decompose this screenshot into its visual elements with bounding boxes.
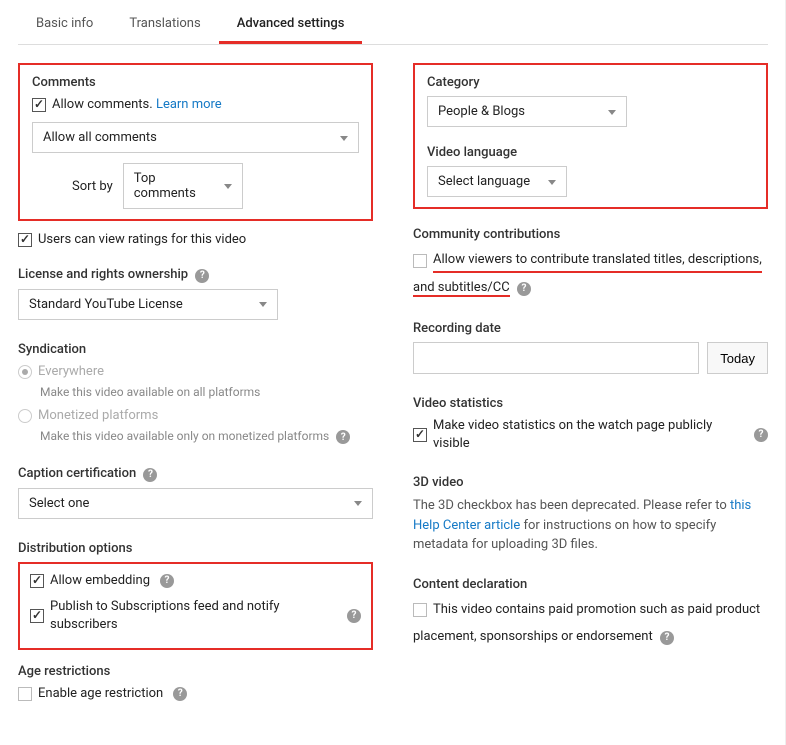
recording-date-title: Recording date — [413, 321, 768, 336]
category-title: Category — [427, 75, 754, 90]
caption-cert-select[interactable]: Select one — [18, 488, 373, 519]
comment-moderation-select[interactable]: Allow all comments — [32, 122, 359, 153]
3d-video-description: The 3D checkbox has been deprecated. Ple… — [413, 496, 768, 555]
ratings-visible-label: Users can view ratings for this video — [38, 231, 246, 249]
help-icon[interactable]: ? — [173, 687, 187, 701]
3d-video-title: 3D video — [413, 475, 768, 490]
comments-title: Comments — [32, 75, 359, 90]
community-contributions-label-1: Allow viewers to contribute translated t… — [433, 248, 762, 273]
allow-comments-checkbox[interactable] — [32, 98, 46, 112]
allow-embedding-checkbox[interactable] — [30, 574, 44, 588]
community-contributions-checkbox[interactable] — [413, 254, 427, 268]
video-language-title: Video language — [427, 145, 754, 160]
syndication-everywhere-radio[interactable] — [18, 365, 32, 379]
sort-by-value: Top comments — [134, 171, 216, 201]
allow-embedding-label: Allow embedding — [50, 572, 150, 590]
sort-by-select[interactable]: Top comments — [123, 163, 243, 209]
help-icon[interactable]: ? — [160, 574, 174, 588]
video-statistics-label: Make video statistics on the watch page … — [433, 417, 744, 453]
distribution-title: Distribution options — [18, 541, 373, 556]
caption-cert-value: Select one — [29, 496, 89, 511]
learn-more-link[interactable]: Learn more — [156, 97, 222, 112]
help-icon[interactable]: ? — [754, 428, 768, 442]
help-icon[interactable]: ? — [347, 609, 361, 623]
publish-subscriptions-checkbox[interactable] — [30, 609, 44, 623]
comments-section: Comments Allow comments. Learn more Allo… — [18, 63, 373, 221]
license-select[interactable]: Standard YouTube License — [18, 289, 278, 320]
sort-by-label: Sort by — [72, 179, 113, 194]
license-value: Standard YouTube License — [29, 297, 183, 312]
paid-promotion-label-1: This video contains paid promotion such … — [433, 598, 760, 621]
age-restriction-checkbox[interactable] — [18, 687, 32, 701]
today-button[interactable]: Today — [707, 342, 768, 374]
video-language-value: Select language — [438, 174, 530, 189]
syndication-everywhere-label: Everywhere — [38, 363, 104, 381]
comment-moderation-value: Allow all comments — [43, 130, 157, 145]
video-statistics-title: Video statistics — [413, 396, 768, 411]
category-select[interactable]: People & Blogs — [427, 96, 627, 127]
help-icon[interactable]: ? — [660, 631, 674, 645]
help-icon[interactable]: ? — [195, 269, 209, 283]
age-restrictions-title: Age restrictions — [18, 664, 373, 679]
recording-date-input[interactable] — [413, 342, 699, 374]
paid-promotion-label-2: placement, sponsorships or endorsement — [413, 629, 653, 644]
tab-basic-info[interactable]: Basic info — [18, 8, 111, 44]
syndication-title: Syndication — [18, 342, 373, 357]
help-icon[interactable]: ? — [143, 468, 157, 482]
syndication-everywhere-desc: Make this video available on all platfor… — [40, 385, 373, 399]
category-value: People & Blogs — [438, 104, 525, 119]
paid-promotion-checkbox[interactable] — [413, 603, 427, 617]
age-restriction-label: Enable age restriction — [38, 685, 163, 703]
publish-subscriptions-label: Publish to Subscriptions feed and notify… — [50, 598, 337, 634]
tab-translations[interactable]: Translations — [111, 8, 218, 44]
syndication-monetized-desc: Make this video available only on moneti… — [40, 429, 373, 445]
caption-cert-title: Caption certification ? — [18, 466, 373, 482]
help-icon[interactable]: ? — [517, 282, 531, 296]
video-statistics-checkbox[interactable] — [413, 428, 427, 442]
license-title: License and rights ownership ? — [18, 267, 373, 283]
help-icon[interactable]: ? — [336, 430, 350, 444]
settings-tabs: Basic info Translations Advanced setting… — [18, 8, 768, 45]
community-contributions-label-2: and subtitles/CC — [413, 280, 510, 297]
syndication-monetized-radio[interactable] — [18, 409, 32, 423]
community-contributions-title: Community contributions — [413, 227, 768, 242]
syndication-monetized-label: Monetized platforms — [38, 407, 158, 425]
video-language-select[interactable]: Select language — [427, 166, 567, 197]
tab-advanced-settings[interactable]: Advanced settings — [219, 8, 363, 44]
allow-comments-label: Allow comments. Learn more — [52, 96, 222, 114]
content-declaration-title: Content declaration — [413, 577, 768, 592]
category-language-section: Category People & Blogs Video language S… — [413, 63, 768, 209]
ratings-visible-checkbox[interactable] — [18, 233, 32, 247]
